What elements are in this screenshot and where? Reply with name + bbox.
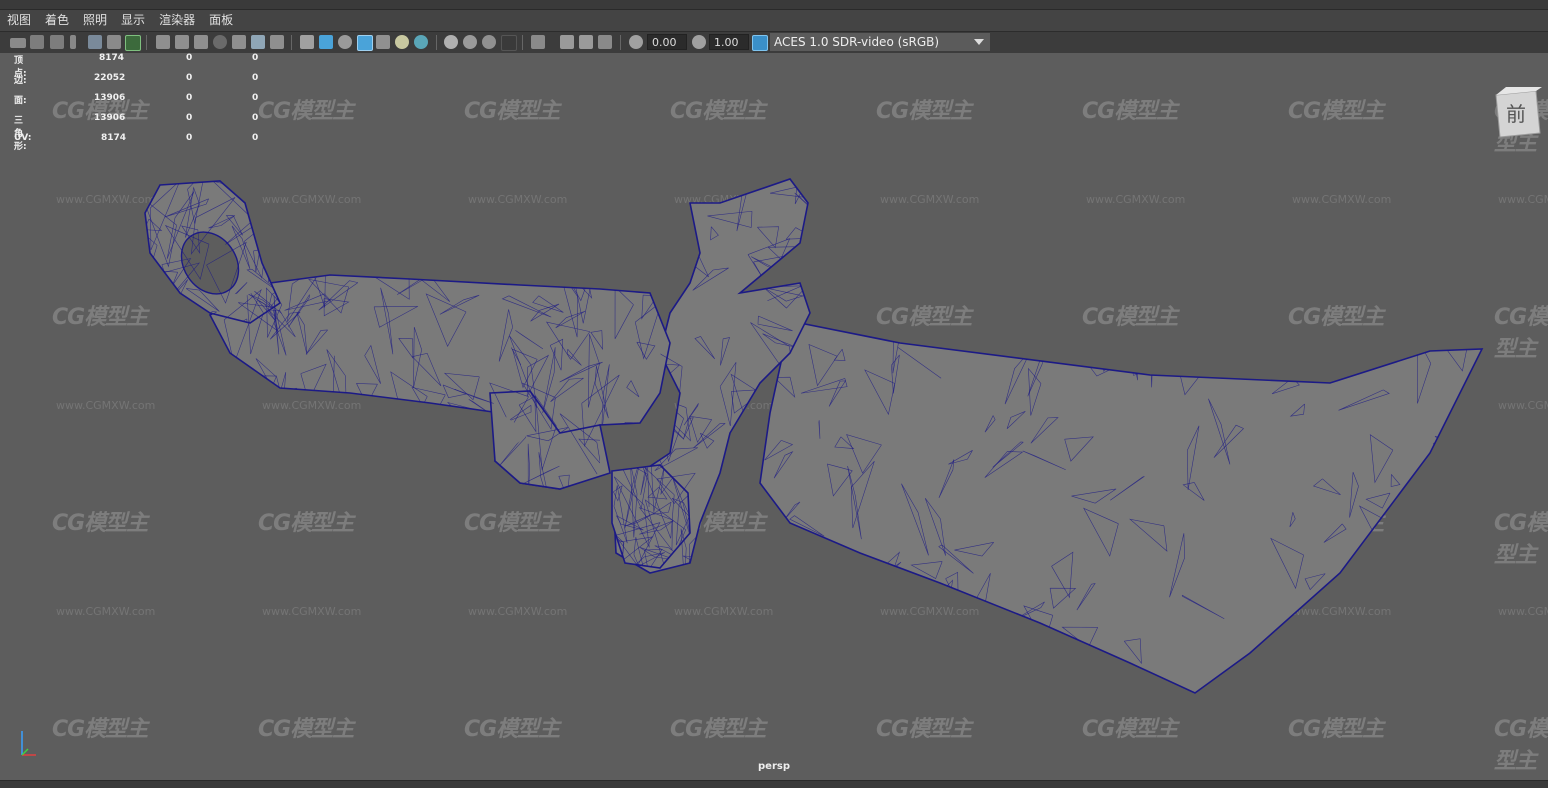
colorspace-value: ACES 1.0 SDR-video (sRGB) [774, 35, 940, 49]
gamma-field[interactable]: 1.00 [709, 34, 749, 50]
axis-gizmo [21, 731, 36, 756]
chevron-down-icon [974, 39, 984, 45]
axis-z-icon [21, 748, 29, 756]
menu-panels[interactable]: 面板 [202, 10, 240, 31]
field-chart-icon[interactable] [232, 35, 246, 49]
film-gate-icon[interactable] [175, 35, 189, 49]
panel-toolbar: 0.00 1.00 ACES 1.0 SDR-video (sRGB) [0, 31, 1548, 54]
toolbar-separator [291, 35, 292, 50]
grid-icon[interactable] [156, 35, 170, 49]
anti-aliasing-icon[interactable] [482, 35, 496, 49]
resolution-gate-icon[interactable] [194, 35, 208, 49]
menu-show[interactable]: 显示 [114, 10, 152, 31]
xray-joints-icon[interactable] [579, 35, 593, 49]
exposure-icon[interactable] [629, 35, 643, 49]
menu-lighting[interactable]: 照明 [76, 10, 114, 31]
backface-culling-icon[interactable] [598, 35, 612, 49]
panel-menu-bar: 视图 着色 照明 显示 渲染器 面板 [0, 10, 1548, 31]
motion-blur-icon[interactable] [463, 35, 477, 49]
image-plane-icon[interactable] [88, 35, 102, 49]
toolbar-separator [620, 35, 621, 50]
menu-renderer[interactable]: 渲染器 [152, 10, 202, 31]
bookmark-icon[interactable] [70, 35, 76, 49]
2d-pan-zoom-icon[interactable] [107, 35, 121, 49]
wireframe-on-shaded-icon[interactable] [357, 35, 373, 51]
camera-attributes-icon[interactable] [30, 35, 44, 49]
dagger-wireframe-mesh[interactable] [0, 53, 1548, 780]
toolbar-separator [146, 35, 147, 50]
toolbar-separator [436, 35, 437, 50]
shaded-wireframe-icon[interactable] [338, 35, 352, 49]
smooth-shade-icon[interactable] [319, 35, 333, 49]
safe-action-icon[interactable] [251, 35, 265, 49]
screen-space-ao-icon[interactable] [444, 35, 458, 49]
camera-name-label: persp [758, 761, 790, 772]
perspective-viewport[interactable]: CG模型主CG模型主CG模型主CG模型主CG模型主CG模型主CG模型主CG模型主… [0, 53, 1548, 780]
bookmark-camera-icon[interactable] [50, 35, 64, 49]
color-management-icon[interactable] [752, 35, 768, 51]
gate-mask-icon[interactable] [213, 35, 227, 49]
grease-pencil-icon[interactable] [125, 35, 141, 51]
lights-icon[interactable] [395, 35, 409, 49]
view-cube-label: 前 [1506, 102, 1526, 126]
depth-of-field-icon[interactable] [501, 35, 517, 51]
wireframe-cube-icon[interactable] [300, 35, 314, 49]
xray-icon[interactable] [560, 35, 574, 49]
safe-title-icon[interactable] [270, 35, 284, 49]
textured-icon[interactable] [376, 35, 390, 49]
toolbar-separator [522, 35, 523, 50]
isolate-select-icon[interactable] [531, 35, 545, 49]
window-top-strip [0, 0, 1548, 10]
view-cube[interactable]: 前 [1492, 87, 1542, 139]
menu-view[interactable]: 视图 [0, 10, 38, 31]
gamma-icon[interactable] [692, 35, 706, 49]
shadows-icon[interactable] [414, 35, 428, 49]
colorspace-dropdown[interactable]: ACES 1.0 SDR-video (sRGB) [770, 33, 990, 51]
exposure-field[interactable]: 0.00 [647, 34, 687, 50]
camera-select-icon[interactable] [10, 38, 26, 48]
menu-shading[interactable]: 着色 [38, 10, 76, 31]
